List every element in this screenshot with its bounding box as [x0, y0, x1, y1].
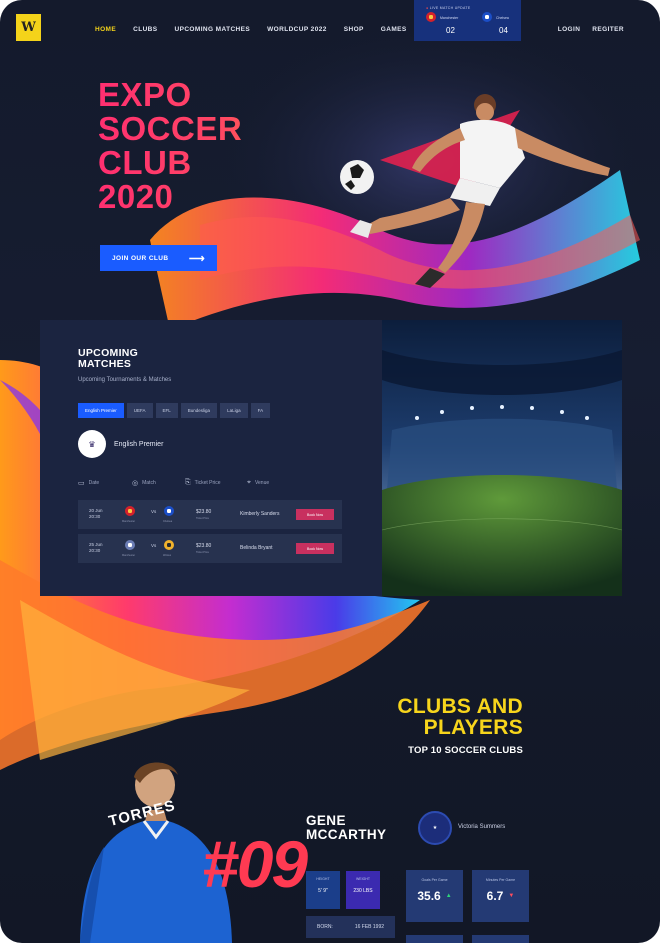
- league-tabs: English Premier UEFA EFL Bundesliga LaLi…: [78, 403, 271, 418]
- away-team-name: Chelsea: [496, 16, 509, 20]
- stat-card-partial: [472, 935, 529, 943]
- nav-home[interactable]: HOME: [95, 26, 116, 33]
- calendar-icon: ▭: [78, 480, 85, 487]
- away-score: 04: [499, 26, 508, 35]
- team-b-crest-icon: [164, 540, 174, 550]
- live-score-widget[interactable]: ● LIVE MATCH UPDATE Manchester Chelsea 0…: [414, 0, 521, 41]
- stat-card-partial: [406, 935, 463, 943]
- auth-links: LOGIN REGITER: [558, 26, 624, 33]
- hero-player-image: [340, 94, 610, 288]
- away-team-crest-icon: [482, 12, 492, 22]
- match-date: 25 Jun 20:30: [89, 542, 103, 553]
- join-club-label: JOIN OUR CLUB: [112, 254, 169, 262]
- league-name: English Premier: [114, 440, 164, 448]
- match-date: 20 Jun 20:30: [89, 508, 103, 519]
- ball-icon: ◎: [132, 480, 139, 487]
- clubs-players-title: CLUBS AND PLAYERS: [397, 695, 523, 739]
- team-b-crest-icon: [164, 506, 174, 516]
- nav-upcoming-matches[interactable]: UPCOMING MATCHES: [175, 26, 251, 33]
- nav-games[interactable]: GAMES: [381, 26, 407, 33]
- match-row[interactable]: 25 Jun 20:30 Manchester Vs Wolves $23.80…: [78, 534, 342, 563]
- arrow-right-icon: ⟶: [188, 252, 205, 265]
- ticket-price: $23.80: [196, 509, 212, 515]
- player-number: #09: [202, 827, 308, 901]
- register-link[interactable]: REGITER: [592, 26, 624, 33]
- premier-league-logo-icon: ♛: [78, 430, 106, 458]
- tab-laliga[interactable]: LaLiga: [220, 403, 248, 418]
- ticket-price-label: Ticket Price: [196, 551, 209, 554]
- home-score: 02: [446, 26, 455, 35]
- col-ticket-price: ⎘ Ticket Price: [185, 479, 221, 486]
- league-header: ♛ English Premier: [78, 430, 163, 458]
- join-club-button[interactable]: JOIN OUR CLUB ⟶: [100, 245, 217, 271]
- brand-logo[interactable]: W: [16, 14, 41, 41]
- vs-label: Vs: [151, 543, 157, 548]
- minutes-per-game-card: Minutes Per Game 6.7 ▼: [472, 870, 529, 922]
- live-title: ● LIVE MATCH UPDATE: [426, 6, 471, 10]
- hero-title: EXPO SOCCER CLUB 2020: [98, 78, 318, 214]
- club-name: Victoria Summers: [458, 824, 506, 830]
- page-frame: W HOME CLUBS UPCOMING MATCHES WORLDCUP 2…: [0, 0, 660, 943]
- team-a-crest-icon: [125, 506, 135, 516]
- born-stat: BORN: 16 FEB 1992: [306, 916, 395, 938]
- venue-name: Belinda Bryant: [240, 545, 273, 551]
- vs-label: Vs: [151, 509, 157, 514]
- tab-fa[interactable]: FA: [250, 403, 271, 418]
- col-date: ▭ Date: [78, 480, 100, 487]
- team-a-name: Manchester: [122, 520, 136, 523]
- home-team-crest-icon: [426, 12, 436, 22]
- location-pin-icon: ⌖: [247, 479, 251, 486]
- nav-clubs[interactable]: CLUBS: [133, 26, 157, 33]
- stadium-image: [382, 320, 622, 596]
- match-table-header: ▭ Date ◎ Match ⎘ Ticket Price ⌖ Venue: [78, 479, 340, 491]
- tab-uefa[interactable]: UEFA: [126, 403, 153, 418]
- club-badge-icon: ★: [418, 811, 452, 845]
- home-team-name: Manchester: [440, 16, 459, 20]
- hero-title-line: 2020: [98, 180, 318, 214]
- clubs-subtitle: TOP 10 SOCCER CLUBS: [408, 745, 523, 756]
- ticket-price-label: Ticket Price: [196, 517, 209, 520]
- weight-stat: WEIGHT 230 LBS: [346, 871, 380, 909]
- match-row[interactable]: 20 Jun 20:30 Manchester Vs Chelsea $23.8…: [78, 500, 342, 529]
- ticket-icon: ⎘: [185, 479, 191, 486]
- goals-per-game-card: Goals Per Game 35.6 ▲: [406, 870, 463, 922]
- hero-title-line: EXPO: [98, 78, 318, 112]
- login-link[interactable]: LOGIN: [558, 26, 581, 33]
- upcoming-title: UPCOMING MATCHES: [78, 347, 139, 370]
- hero-title-line: CLUB: [98, 146, 318, 180]
- upcoming-subtitle: Upcoming Tournaments & Matches: [78, 377, 172, 383]
- team-b-name: Wolves: [163, 554, 172, 557]
- height-stat: HEIGHT 5' 9": [306, 871, 340, 909]
- upcoming-matches-panel: UPCOMING MATCHES Upcoming Tournaments & …: [40, 320, 382, 596]
- trend-up-icon: ▲: [445, 893, 452, 899]
- team-a-crest-icon: [125, 540, 135, 550]
- player-name: GENE MCCARTHY: [306, 813, 387, 842]
- team-a-name: Manchester: [122, 554, 136, 557]
- tab-english-premier[interactable]: English Premier: [78, 403, 124, 418]
- col-venue: ⌖ Venue: [247, 479, 270, 486]
- team-b-name: Chelsea: [163, 520, 173, 523]
- nav-shop[interactable]: SHOP: [344, 26, 364, 33]
- ticket-price: $23.80: [196, 543, 212, 549]
- tab-efl[interactable]: EFL: [155, 403, 178, 418]
- tab-bundesliga[interactable]: Bundesliga: [180, 403, 218, 418]
- nav-worldcup-2022[interactable]: WORLDCUP 2022: [267, 26, 327, 33]
- col-match: ◎ Match: [132, 480, 156, 487]
- trend-down-icon: ▼: [508, 893, 515, 899]
- book-now-button[interactable]: Book Now: [296, 509, 334, 520]
- hero-title-line: SOCCER: [98, 112, 318, 146]
- venue-name: Kimberly Sanders: [240, 511, 280, 517]
- top-info-line: [50, 5, 51, 9]
- book-now-button[interactable]: Book Now: [296, 543, 334, 554]
- top-navbar: W HOME CLUBS UPCOMING MATCHES WORLDCUP 2…: [0, 0, 660, 60]
- main-menu: HOME CLUBS UPCOMING MATCHES WORLDCUP 202…: [95, 26, 424, 33]
